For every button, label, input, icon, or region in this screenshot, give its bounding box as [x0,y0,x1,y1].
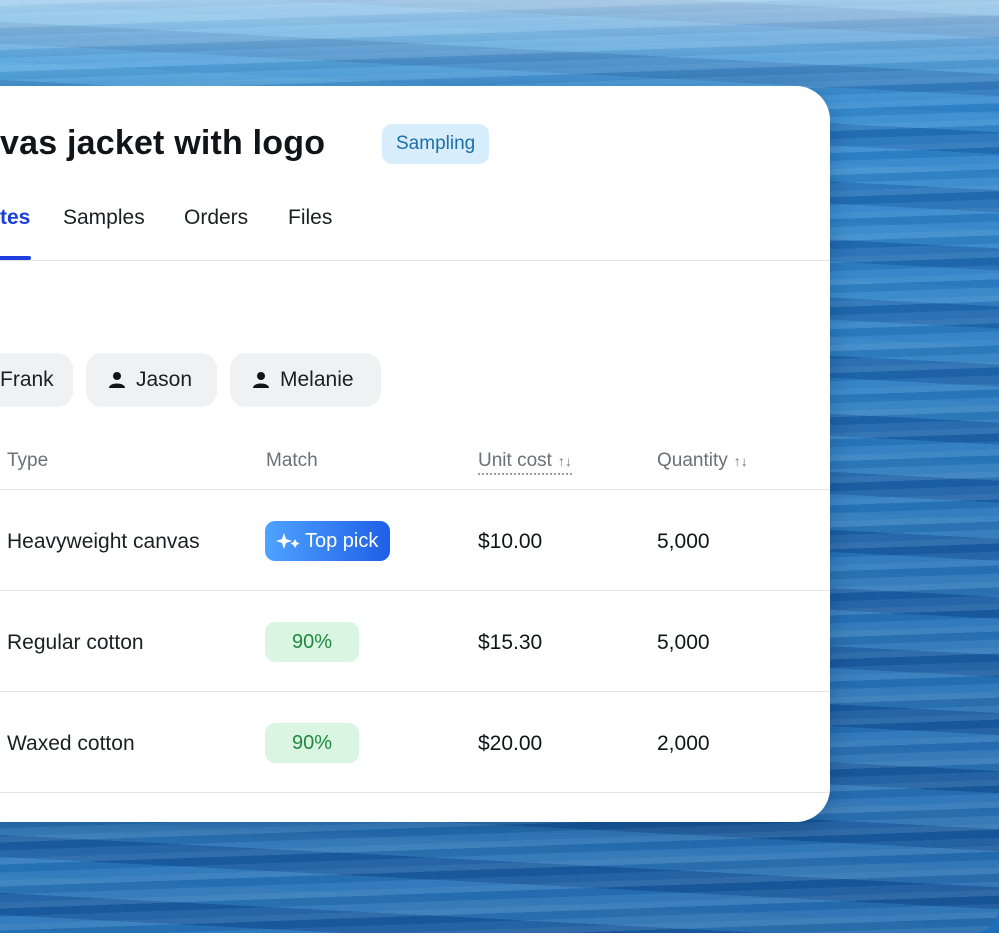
person-icon [253,372,269,388]
sort-arrows-icon: ↑↓ [557,453,572,469]
chip-frank[interactable]: Frank [0,353,73,407]
table-divider [0,792,830,793]
table-row-1-unit-cost: $10.00 [478,530,543,553]
match-badge: 90% [265,622,359,662]
page-title: vas jacket with logo [0,124,326,162]
unit-cost-header: Unit cost ↑↓ [478,450,572,475]
table-divider [0,590,830,591]
chip-label: Jason [136,368,193,391]
product-card: vas jacket with logo Sampling tes Sample… [0,86,830,822]
table-row-2-quantity: 5,000 [657,631,710,654]
table-row-2-type: Regular cotton [7,631,144,654]
tab-quotes[interactable]: tes [0,206,30,230]
table-divider [0,489,830,490]
table-row-3-type: Waxed cotton [7,732,135,755]
tab-samples[interactable]: Samples [63,206,145,230]
chip-label: Frank [0,368,54,391]
tab-files[interactable]: Files [288,206,332,230]
status-badge: Sampling [382,124,490,164]
table-divider [0,691,830,692]
column-quantity[interactable]: Quantity ↑↓ [657,450,748,472]
tab-bar: tes Samples Orders Files [0,190,830,261]
sparkle-icon [276,533,300,549]
table-row-2-unit-cost: $15.30 [478,631,543,654]
table-row-1-quantity: 5,000 [657,530,710,553]
column-type[interactable]: Type [7,450,48,472]
table-row-3-quantity: 2,000 [657,732,710,755]
chip-melanie[interactable]: Melanie [230,353,381,407]
match-badge: 90% [265,723,359,763]
person-icon [109,372,125,388]
sort-arrows-icon: ↑↓ [733,453,748,469]
table-row-1-type: Heavyweight canvas [7,530,200,553]
table-row-3-unit-cost: $20.00 [478,732,543,755]
active-tab-indicator [0,256,31,260]
chip-jason[interactable]: Jason [86,353,217,407]
column-unit-cost[interactable]: Unit cost ↑↓ [478,450,572,475]
top-pick-badge: Top pick [265,521,391,561]
chip-label: Melanie [280,368,354,391]
column-match[interactable]: Match [266,450,318,472]
tab-orders[interactable]: Orders [184,206,248,230]
